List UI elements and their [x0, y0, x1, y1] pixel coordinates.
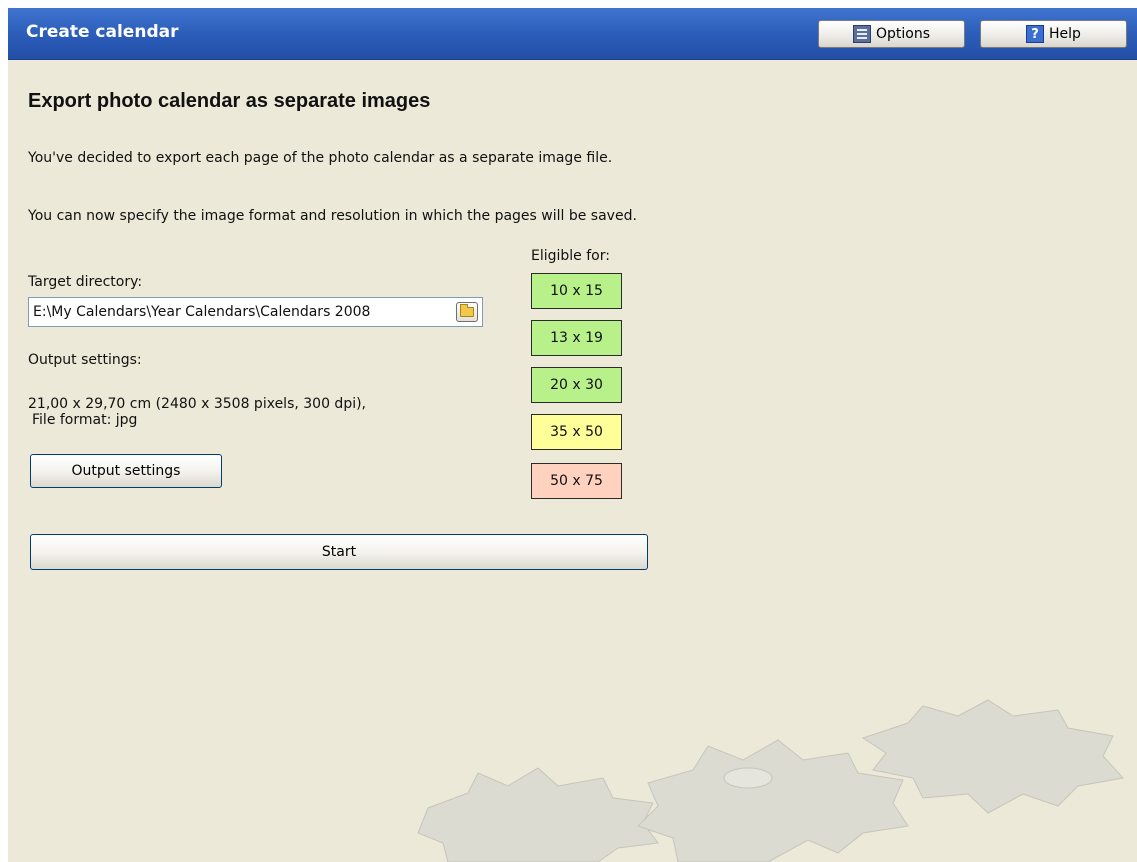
output-settings-label: Output settings:	[28, 352, 142, 368]
start-button[interactable]: Start	[30, 534, 648, 570]
size-badge-20x30: 20 x 30	[531, 367, 622, 403]
output-settings-button[interactable]: Output settings	[30, 454, 222, 488]
help-icon: ?	[1026, 25, 1045, 43]
size-badge-13x19: 13 x 19	[531, 320, 622, 356]
help-button[interactable]: ? Help	[980, 20, 1127, 48]
size-badge-10x15: 10 x 15	[531, 273, 622, 309]
target-directory-label: Target directory:	[28, 274, 143, 290]
options-button-label: Options	[875, 26, 931, 42]
folder-open-icon	[460, 304, 474, 317]
page-title: Export photo calendar as separate images	[28, 90, 431, 112]
output-settings-button-label: Output settings	[71, 463, 181, 479]
size-badge-35x50: 35 x 50	[531, 414, 622, 450]
target-directory-field	[28, 297, 483, 327]
start-button-label: Start	[321, 544, 357, 560]
title-bar: Create calendar Options ? Help	[8, 8, 1137, 60]
options-button[interactable]: Options	[818, 20, 965, 48]
output-summary-line1: 21,00 x 29,70 cm (2480 x 3508 pixels, 30…	[28, 396, 367, 412]
output-summary-line2: File format: jpg	[32, 412, 138, 428]
window-title: Create calendar	[26, 22, 179, 42]
create-calendar-window: Create calendar Options ? Help Export ph…	[8, 8, 1137, 862]
instructions-text: You can now specify the image format and…	[28, 208, 637, 224]
help-button-label: Help	[1049, 26, 1081, 42]
size-badge-50x75: 50 x 75	[531, 463, 622, 499]
intro-text: You've decided to export each page of th…	[28, 150, 613, 166]
target-directory-input[interactable]	[33, 302, 443, 322]
options-icon	[852, 25, 871, 43]
eligible-for-label: Eligible for:	[531, 248, 610, 264]
browse-folder-button[interactable]	[456, 302, 478, 322]
gears-decoration	[417, 699, 1124, 862]
